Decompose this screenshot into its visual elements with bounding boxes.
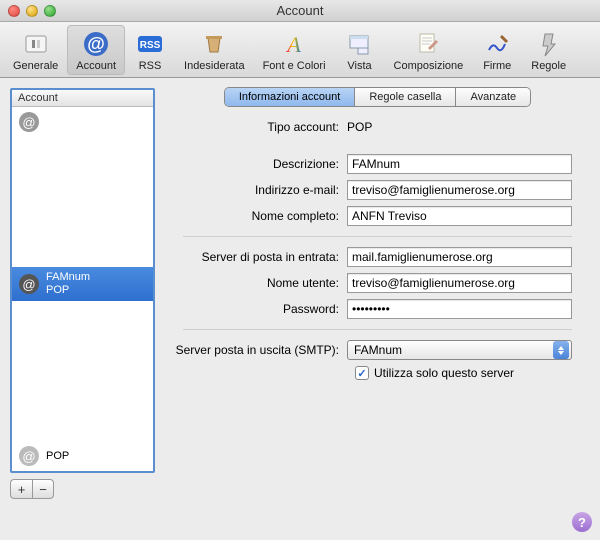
account-sidebar: Account @ @ FAMnumPOP bbox=[10, 88, 155, 473]
toolbar-generale[interactable]: Generale bbox=[4, 25, 67, 75]
rules-icon bbox=[533, 28, 565, 60]
smtp-value: FAMnum bbox=[354, 343, 402, 357]
email-label: Indirizzo e-mail: bbox=[165, 183, 347, 197]
compose-icon bbox=[412, 28, 444, 60]
minimize-window-button[interactable] bbox=[26, 5, 38, 17]
switch-icon bbox=[20, 28, 52, 60]
password-label: Password: bbox=[165, 302, 347, 316]
toolbar-account[interactable]: @ Account bbox=[67, 25, 125, 75]
smtp-label: Server posta in uscita (SMTP): bbox=[165, 343, 347, 357]
utente-input[interactable] bbox=[347, 273, 572, 293]
at-icon: @ bbox=[18, 445, 40, 467]
preferences-toolbar: Generale @ Account RSS RSS Indesiderata … bbox=[0, 22, 600, 78]
tab-avanzate[interactable]: Avanzate bbox=[456, 88, 530, 106]
divider bbox=[183, 329, 572, 330]
account-list[interactable]: @ @ FAMnumPOP @ POP bbox=[12, 107, 153, 471]
account-form: Tipo account: POP Descrizione: Indirizzo… bbox=[165, 120, 590, 380]
sidebar-header: Account bbox=[12, 90, 153, 107]
toolbar-composizione[interactable]: Composizione bbox=[385, 25, 473, 75]
font-icon: A bbox=[278, 28, 310, 60]
svg-text:A: A bbox=[285, 32, 301, 57]
serverin-input[interactable] bbox=[347, 247, 572, 267]
toolbar-firme[interactable]: Firme bbox=[472, 25, 522, 75]
password-input[interactable] bbox=[347, 299, 572, 319]
toolbar-label: Account bbox=[76, 60, 116, 72]
smtp-select[interactable]: FAMnum bbox=[347, 340, 572, 360]
account-name: FAMnum bbox=[46, 271, 90, 283]
add-remove-buttons: + − bbox=[10, 479, 155, 499]
account-type: POP bbox=[46, 284, 90, 297]
toolbar-indesiderata[interactable]: Indesiderata bbox=[175, 25, 254, 75]
solo-server-checkbox[interactable] bbox=[355, 366, 369, 380]
toolbar-label: Generale bbox=[13, 60, 58, 72]
traffic-lights bbox=[0, 5, 56, 17]
main-panel: Informazioni account Regole casella Avan… bbox=[165, 88, 590, 530]
svg-text:@: @ bbox=[22, 449, 35, 464]
toolbar-vista[interactable]: Vista bbox=[335, 25, 385, 75]
at-icon bbox=[18, 335, 40, 357]
descrizione-label: Descrizione: bbox=[165, 157, 347, 171]
solo-server-label: Utilizza solo questo server bbox=[374, 366, 514, 380]
toolbar-font[interactable]: A Font e Colori bbox=[254, 25, 335, 75]
at-icon: @ bbox=[18, 273, 40, 295]
svg-text:@: @ bbox=[22, 115, 35, 130]
at-icon: @ bbox=[18, 111, 40, 133]
view-icon bbox=[344, 28, 376, 60]
zoom-window-button[interactable] bbox=[44, 5, 56, 17]
account-row[interactable] bbox=[12, 331, 153, 361]
account-row-selected[interactable]: @ FAMnumPOP bbox=[12, 267, 153, 301]
serverin-label: Server di posta in entrata: bbox=[165, 250, 347, 264]
toolbar-label: Firme bbox=[483, 60, 511, 72]
account-row[interactable]: @ POP bbox=[12, 441, 153, 471]
rss-icon: RSS bbox=[134, 28, 166, 60]
close-window-button[interactable] bbox=[8, 5, 20, 17]
svg-text:@: @ bbox=[22, 277, 35, 292]
descrizione-input[interactable] bbox=[347, 154, 572, 174]
tab-bar: Informazioni account Regole casella Avan… bbox=[165, 88, 590, 106]
at-icon bbox=[18, 305, 40, 327]
junk-icon bbox=[198, 28, 230, 60]
add-account-button[interactable]: + bbox=[10, 479, 32, 499]
toolbar-label: Font e Colori bbox=[263, 60, 326, 72]
tipo-value: POP bbox=[347, 120, 372, 134]
tab-regole[interactable]: Regole casella bbox=[355, 88, 456, 106]
utente-label: Nome utente: bbox=[165, 276, 347, 290]
toolbar-label: Composizione bbox=[394, 60, 464, 72]
nome-label: Nome completo: bbox=[165, 209, 347, 223]
email-input[interactable] bbox=[347, 180, 572, 200]
toolbar-rss[interactable]: RSS RSS bbox=[125, 25, 175, 75]
signature-icon bbox=[481, 28, 513, 60]
updown-arrows-icon bbox=[553, 341, 569, 359]
svg-text:@: @ bbox=[87, 34, 105, 54]
toolbar-label: Indesiderata bbox=[184, 60, 245, 72]
tab-info[interactable]: Informazioni account bbox=[225, 88, 356, 106]
toolbar-label: RSS bbox=[139, 60, 162, 72]
nome-input[interactable] bbox=[347, 206, 572, 226]
help-button[interactable]: ? bbox=[572, 512, 592, 532]
window-title: Account bbox=[0, 3, 600, 18]
toolbar-label: Vista bbox=[347, 60, 371, 72]
account-row[interactable] bbox=[12, 301, 153, 331]
account-type: POP bbox=[46, 450, 69, 463]
divider bbox=[183, 236, 572, 237]
remove-account-button[interactable]: − bbox=[32, 479, 54, 499]
titlebar: Account bbox=[0, 0, 600, 22]
toolbar-regole[interactable]: Regole bbox=[522, 25, 575, 75]
svg-text:RSS: RSS bbox=[140, 40, 161, 51]
toolbar-label: Regole bbox=[531, 60, 566, 72]
at-icon: @ bbox=[80, 28, 112, 60]
tipo-label: Tipo account: bbox=[165, 120, 347, 134]
account-row[interactable]: @ bbox=[12, 107, 153, 137]
